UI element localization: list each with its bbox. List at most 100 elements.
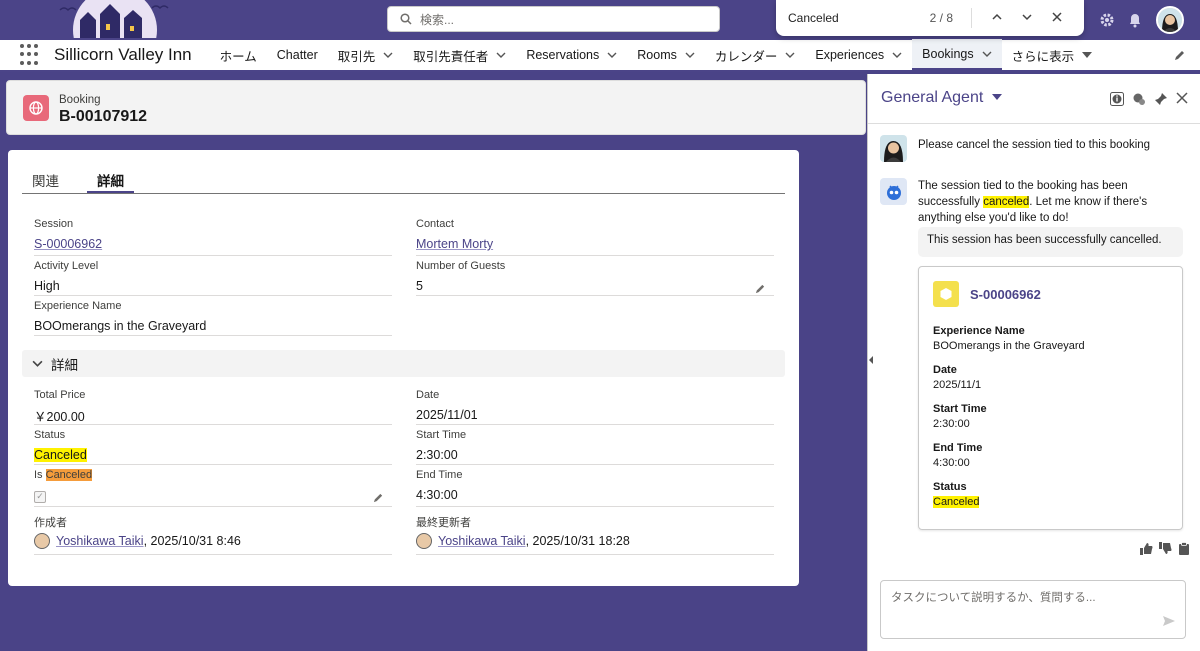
- tab-related[interactable]: 関連: [22, 166, 69, 193]
- chevron-down-icon[interactable]: [496, 50, 506, 60]
- status-value-highlight: Canceled: [34, 448, 87, 462]
- user-avatar[interactable]: [1156, 6, 1184, 34]
- field-label: Is: [34, 469, 46, 481]
- chevron-down-icon[interactable]: [892, 50, 902, 60]
- chat-input-placeholder: タスクについて説明するか、質問する...: [891, 592, 1096, 604]
- find-in-page-bar: Canceled 2 / 8: [776, 0, 1084, 36]
- field-value: ￥200.00: [34, 409, 85, 424]
- info-icon[interactable]: [1110, 92, 1124, 106]
- chat-input-field[interactable]: タスクについて説明するか、質問する...: [880, 580, 1186, 639]
- nav-tab-label: Experiences: [815, 48, 885, 62]
- edit-pencil-icon[interactable]: [373, 491, 384, 506]
- chevron-down-icon[interactable]: [607, 50, 617, 60]
- modified-date: , 2025/10/31 18:28: [525, 534, 630, 548]
- field-label: Activity Level: [34, 260, 99, 272]
- is-canceled-highlight: Canceled: [45, 469, 93, 481]
- session-hexagon-icon: [933, 281, 959, 307]
- card-field-status: Status Canceled: [933, 481, 980, 508]
- global-search-input[interactable]: 検索...: [387, 6, 720, 32]
- nav-tab-4[interactable]: Reservations: [516, 39, 627, 71]
- close-icon[interactable]: [1176, 92, 1188, 106]
- card-field-label: End Time: [933, 442, 983, 454]
- card-field-value: 2025/11/1: [933, 379, 982, 391]
- find-match-count: 2 / 8: [929, 11, 953, 25]
- collapse-panel-caret-icon[interactable]: [867, 355, 881, 373]
- field-date: Date 2025/11/01: [416, 389, 774, 425]
- send-icon[interactable]: [1163, 615, 1175, 630]
- chevron-down-icon[interactable]: [982, 49, 992, 59]
- card-field-label: Start Time: [933, 403, 987, 415]
- modified-by-link[interactable]: Yoshikawa Taiki: [438, 534, 526, 548]
- card-field-end-time: End Time 4:30:00: [933, 442, 982, 469]
- pin-icon[interactable]: [1154, 92, 1168, 106]
- nav-tab-0[interactable]: ホーム: [210, 39, 267, 71]
- find-next-icon[interactable]: [1012, 11, 1042, 25]
- caret-down-icon[interactable]: [1082, 50, 1093, 60]
- edit-pencil-icon[interactable]: [755, 282, 766, 297]
- agent-message-text: The session tied to the booking has been…: [918, 178, 1188, 226]
- record-tabs: 関連 詳細: [22, 166, 785, 194]
- nav-tab-6[interactable]: カレンダー: [705, 39, 806, 71]
- app-navigation-bar: Sillicorn Valley Inn ホーム Chatter 取引先 取引先責任者…: [0, 39, 1200, 72]
- nav-tab-3[interactable]: 取引先責任者: [403, 39, 516, 71]
- chevron-down-icon[interactable]: [785, 50, 795, 60]
- nav-tab-label: Rooms: [637, 48, 677, 62]
- agent-settings-icon[interactable]: [1132, 92, 1146, 106]
- field-label: Date: [416, 389, 440, 401]
- tab-details[interactable]: 詳細: [87, 166, 134, 193]
- card-field-value: 2:30:00: [933, 418, 970, 430]
- card-field-date: Date 2025/11/1: [933, 364, 981, 391]
- created-date: , 2025/10/31 8:46: [143, 534, 241, 548]
- field-total-price: Total Price ￥200.00: [34, 389, 392, 425]
- setup-gear-icon[interactable]: [1094, 7, 1120, 33]
- nav-tab-8[interactable]: Bookings: [912, 39, 1002, 71]
- field-label: Number of Guests: [416, 260, 506, 272]
- find-previous-icon[interactable]: [982, 11, 1012, 25]
- section-title: 詳細: [51, 357, 78, 373]
- thumbs-up-icon[interactable]: [1140, 542, 1153, 555]
- field-label: Contact: [416, 218, 454, 230]
- agent-reply-box: This session has been successfully cance…: [918, 227, 1183, 257]
- nav-tab-1[interactable]: Chatter: [267, 39, 328, 71]
- field-value: 2025/11/01: [416, 408, 478, 422]
- find-close-icon[interactable]: [1042, 11, 1072, 25]
- field-last-modified-by: 最終更新者 Yoshikawa Taiki , 2025/10/31 18:28: [416, 514, 774, 555]
- card-field-label: Date: [933, 364, 957, 376]
- nav-tab-2[interactable]: 取引先: [328, 39, 404, 71]
- edit-nav-pencil-icon[interactable]: [1174, 49, 1186, 64]
- app-launcher-icon[interactable]: [20, 44, 42, 66]
- agent-title: General Agent: [881, 89, 984, 106]
- field-label: Status: [34, 429, 66, 441]
- field-is-canceled: Is Canceled ✓: [34, 469, 392, 507]
- halloween-castle-decoration: [59, 0, 169, 38]
- field-value: High: [34, 279, 60, 293]
- nav-tab-label: 取引先責任者: [413, 49, 489, 64]
- nav-tab-7[interactable]: Experiences: [805, 39, 912, 71]
- nav-tab-5[interactable]: Rooms: [627, 39, 705, 71]
- agent-side-panel: General Agent Please cancel the session …: [867, 74, 1200, 651]
- session-card-link[interactable]: S-00006962: [970, 287, 1041, 302]
- notification-bell-icon[interactable]: [1122, 7, 1148, 33]
- agent-title-dropdown[interactable]: General Agent: [881, 89, 1002, 107]
- record-title: B-00107912: [59, 108, 148, 125]
- card-field-label: Experience Name: [933, 325, 1025, 337]
- field-label: Start Time: [416, 429, 467, 441]
- copy-clipboard-icon[interactable]: [1178, 542, 1190, 555]
- find-divider: [971, 8, 972, 28]
- section-details-toggle[interactable]: 詳細: [22, 350, 785, 377]
- card-field-start-time: Start Time 2:30:00: [933, 403, 987, 430]
- field-value: 4:30:00: [416, 488, 458, 502]
- nav-tab-9[interactable]: さらに表示: [1002, 39, 1103, 71]
- nav-tab-label: 取引先: [337, 49, 376, 64]
- field-created-by: 作成者 Yoshikawa Taiki , 2025/10/31 8:46: [34, 514, 392, 555]
- field-label: Total Price: [34, 389, 86, 401]
- find-query-input[interactable]: Canceled: [788, 11, 930, 25]
- chevron-down-icon[interactable]: [383, 50, 393, 60]
- chevron-down-icon[interactable]: [685, 50, 695, 60]
- is-canceled-checkbox: ✓: [34, 490, 46, 503]
- field-contact: Contact Mortem Morty: [416, 218, 774, 256]
- created-by-link[interactable]: Yoshikawa Taiki: [56, 534, 144, 548]
- contact-link[interactable]: Mortem Morty: [416, 234, 774, 254]
- thumbs-down-icon[interactable]: [1159, 542, 1172, 555]
- session-link[interactable]: S-00006962: [34, 234, 392, 254]
